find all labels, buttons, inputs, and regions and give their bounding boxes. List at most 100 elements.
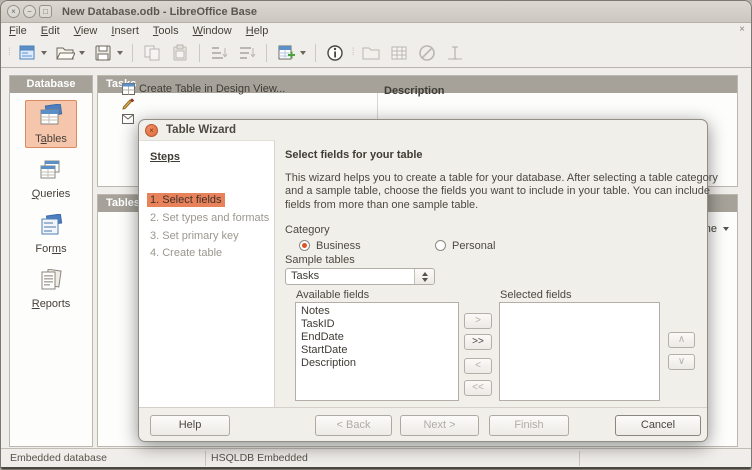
- wizard-pencil-icon: [122, 98, 135, 110]
- menu-file[interactable]: File: [9, 25, 27, 37]
- save-icon[interactable]: [90, 41, 126, 65]
- toolbar-separator: [132, 44, 133, 62]
- next-button[interactable]: Next >: [400, 415, 479, 436]
- new-form-icon[interactable]: [14, 41, 50, 65]
- list-item[interactable]: EndDate: [301, 331, 458, 344]
- cancel-button[interactable]: Cancel: [615, 415, 701, 436]
- open-icon[interactable]: [52, 41, 88, 65]
- menu-window[interactable]: Window: [193, 25, 232, 37]
- toolbar-separator: [266, 44, 267, 62]
- toolbar-grip[interactable]: ⁞: [8, 47, 10, 58]
- selected-fields-listbox[interactable]: [499, 302, 660, 401]
- move-up-button[interactable]: ∧: [668, 332, 695, 348]
- step-2-set-types: 2. Set types and formats: [147, 211, 272, 225]
- sample-tables-select[interactable]: Tasks: [285, 268, 435, 285]
- move-one-right-button[interactable]: >: [464, 313, 492, 329]
- list-item[interactable]: TaskID: [301, 318, 458, 331]
- toolbar-grip[interactable]: ⁞: [352, 47, 354, 58]
- sidebar-item-queries[interactable]: Queries: [25, 155, 77, 203]
- dialog-heading: Select fields for your table: [285, 149, 423, 161]
- database-panel-header: Database: [10, 76, 92, 93]
- window-minimize-icon[interactable]: −: [23, 5, 36, 18]
- forms-icon: [38, 214, 64, 236]
- sidebar-item-tables[interactable]: Tables: [25, 100, 77, 148]
- business-radio-label[interactable]: Business: [316, 240, 361, 252]
- steps-header: Steps: [150, 151, 274, 163]
- move-one-left-button[interactable]: <: [464, 358, 492, 374]
- dialog-button-separator: [139, 407, 707, 408]
- window-close-icon[interactable]: ×: [7, 5, 20, 18]
- database-panel: Database Tables Queries Forms Reports: [9, 75, 93, 447]
- task-create-design-view[interactable]: Create Table in Design View...: [122, 83, 285, 95]
- chevron-down-icon: [723, 227, 729, 231]
- window-title: New Database.odb - LibreOffice Base: [62, 6, 257, 18]
- list-item[interactable]: StartDate: [301, 344, 458, 357]
- sort-ascending-icon[interactable]: [206, 41, 232, 65]
- menu-view[interactable]: View: [74, 25, 98, 37]
- dialog-title-bar: × Table Wizard: [139, 120, 707, 140]
- menu-help[interactable]: Help: [246, 25, 269, 37]
- new-table-design-icon[interactable]: [273, 41, 309, 65]
- sample-tables-value: Tasks: [291, 270, 319, 282]
- design-table-icon: [122, 83, 135, 95]
- dialog-description: This wizard helps you to create a table …: [285, 172, 721, 212]
- finish-button[interactable]: Finish: [489, 415, 569, 436]
- list-item[interactable]: Description: [301, 357, 458, 370]
- menu-bar: File Edit View Insert Tools Window Help …: [1, 23, 751, 38]
- help-button[interactable]: Help: [150, 415, 230, 436]
- list-item[interactable]: Notes: [301, 305, 458, 318]
- edit-object-icon[interactable]: [386, 41, 412, 65]
- back-button[interactable]: < Back: [315, 415, 392, 436]
- dropdown-caret-icon[interactable]: [117, 51, 123, 55]
- task-create-wizard[interactable]: [122, 98, 139, 110]
- open-object-icon[interactable]: [358, 41, 384, 65]
- sidebar-item-forms[interactable]: Forms: [25, 210, 77, 258]
- sidebar-item-label: Tables: [28, 133, 74, 145]
- sidebar-item-label: Reports: [28, 298, 74, 310]
- available-fields-listbox[interactable]: Notes TaskID EndDate StartDate Descripti…: [295, 302, 459, 401]
- selected-fields-label: Selected fields: [500, 289, 572, 301]
- move-down-button[interactable]: ∨: [668, 354, 695, 370]
- status-embedded-database: Embedded database: [10, 452, 107, 464]
- application-window: × − □ New Database.odb - LibreOffice Bas…: [0, 0, 752, 470]
- step-1-select-fields: 1. Select fields: [147, 193, 225, 207]
- spinner-icon[interactable]: [414, 269, 434, 284]
- sidebar-item-label: Forms: [28, 243, 74, 255]
- category-label: Category: [285, 224, 330, 236]
- create-view-icon: [122, 113, 135, 125]
- paste-icon[interactable]: [167, 41, 193, 65]
- menu-edit[interactable]: Edit: [41, 25, 60, 37]
- sidebar-item-reports[interactable]: Reports: [25, 265, 77, 313]
- document-close-icon[interactable]: ×: [739, 24, 745, 35]
- dropdown-caret-icon[interactable]: [300, 51, 306, 55]
- copy-icon[interactable]: [139, 41, 165, 65]
- menu-tools[interactable]: Tools: [153, 25, 179, 37]
- status-divider: [205, 451, 206, 466]
- status-bar: Embedded database HSQLDB Embedded: [1, 448, 751, 467]
- description-header: Description: [384, 85, 445, 97]
- personal-radio-label[interactable]: Personal: [452, 240, 495, 252]
- steps-pane: Steps: [139, 140, 275, 407]
- title-bar: × − □ New Database.odb - LibreOffice Bas…: [1, 1, 751, 23]
- sort-descending-icon[interactable]: [234, 41, 260, 65]
- personal-radio[interactable]: [435, 240, 446, 251]
- move-all-right-button[interactable]: >>: [464, 334, 492, 350]
- dialog-close-icon[interactable]: ×: [145, 124, 158, 137]
- main-toolbar: ⁞: [1, 38, 751, 68]
- dropdown-caret-icon[interactable]: [41, 51, 47, 55]
- menu-insert[interactable]: Insert: [111, 25, 139, 37]
- available-fields-label: Available fields: [296, 289, 369, 301]
- task-create-view[interactable]: [122, 113, 139, 125]
- info-icon[interactable]: [322, 41, 348, 65]
- window-maximize-icon[interactable]: □: [39, 5, 52, 18]
- rename-object-icon[interactable]: [442, 41, 468, 65]
- dropdown-caret-icon[interactable]: [79, 51, 85, 55]
- task-label: Create Table in Design View...: [139, 83, 285, 95]
- business-radio[interactable]: [299, 240, 310, 251]
- delete-object-icon[interactable]: [414, 41, 440, 65]
- sidebar-item-label: Queries: [28, 188, 74, 200]
- dialog-title: Table Wizard: [166, 124, 236, 136]
- move-all-left-button[interactable]: <<: [464, 380, 492, 396]
- sample-tables-label: Sample tables: [285, 254, 355, 266]
- step-4-create-table: 4. Create table: [147, 246, 225, 260]
